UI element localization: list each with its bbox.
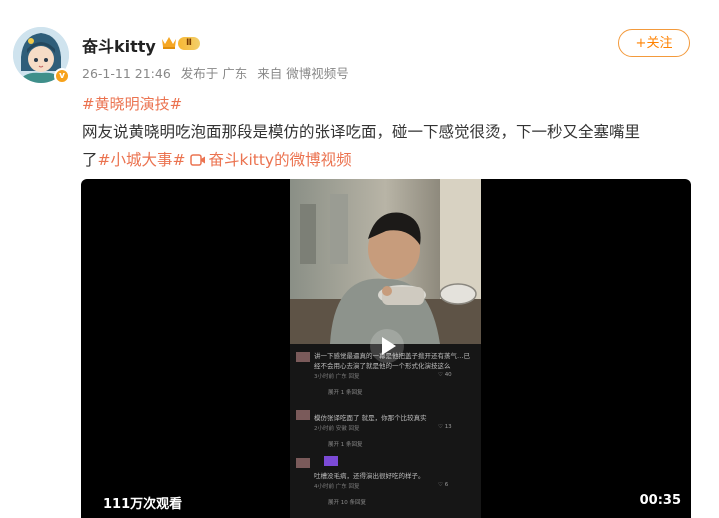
comment-2-meta: 2小时前 安徽 回复 bbox=[314, 426, 360, 432]
comment-1-replies: 展开 1 条回复 bbox=[328, 390, 363, 396]
post-text-line2: 了#小城大事# 奋斗kitty的微博视频 bbox=[82, 146, 702, 174]
comment-1-meta: 3小时前 广东 回复 bbox=[314, 374, 360, 380]
post-location: 发布于 广东 bbox=[180, 66, 248, 81]
comment-3-line1: 吐槽没毛病，还得演出很好吃的样子。 bbox=[314, 472, 425, 480]
like-icon: ♡ bbox=[438, 372, 443, 378]
post-source[interactable]: 来自 微博视频号 bbox=[257, 66, 348, 81]
comment-avatar bbox=[296, 410, 310, 420]
comment-1-likes: ♡ 40 bbox=[438, 372, 452, 378]
username[interactable]: 奋斗kitty bbox=[82, 33, 156, 57]
level-badge: Ⅱ bbox=[178, 37, 200, 50]
like-icon: ♡ bbox=[438, 482, 443, 488]
play-button[interactable] bbox=[370, 329, 404, 363]
video-link[interactable]: 奋斗kitty的微博视频 bbox=[209, 151, 352, 169]
comment-3-likes: ♡ 6 bbox=[438, 482, 448, 488]
hashtag-link-2[interactable]: #小城大事# bbox=[98, 151, 186, 169]
comment-1-likes-count: 40 bbox=[444, 372, 452, 378]
view-count: 111万次观看 bbox=[103, 497, 183, 512]
follow-button[interactable]: +关注 bbox=[618, 29, 690, 57]
comment-2-replies: 展开 1 条回复 bbox=[328, 442, 363, 448]
comment-2-likes-count: 13 bbox=[444, 424, 452, 430]
post-meta: 26-1-11 21:46 发布于 广东 来自 微博视频号 bbox=[82, 63, 355, 82]
hashtag-link[interactable]: #黄晓明演技# bbox=[82, 93, 182, 114]
post-text-line1: 网友说黄晓明吃泡面那段是模仿的张译吃面，碰一下感觉很烫，下一秒又全塞嘴里 bbox=[82, 123, 641, 141]
post-text-tail: 了 bbox=[82, 151, 98, 169]
post-date[interactable]: 26-1-11 21:46 bbox=[82, 66, 171, 81]
video-link-icon bbox=[189, 154, 205, 166]
post-text: 网友说黄晓明吃泡面那段是模仿的张译吃面，碰一下感觉很烫，下一秒又全塞嘴里 了#小… bbox=[82, 118, 702, 174]
comment-3-likes-count: 6 bbox=[444, 482, 449, 488]
comment-avatar bbox=[324, 456, 338, 466]
comment-avatar bbox=[296, 458, 310, 468]
comment-3-meta: 4小时前 广东 回复 bbox=[314, 484, 360, 490]
video-scene bbox=[290, 179, 481, 344]
video-player[interactable]: 讲一下感觉最逼真的一幕是他把盖子掀开还有蒸气…已 经不会用心去演了就是他的一个形… bbox=[81, 179, 691, 518]
comment-3-replies: 展开 10 条回复 bbox=[328, 500, 366, 506]
video-duration: 00:35 bbox=[639, 493, 681, 508]
comment-2-likes: ♡ 13 bbox=[438, 424, 452, 430]
crown-icon bbox=[162, 37, 176, 49]
like-icon: ♡ bbox=[438, 424, 443, 430]
play-icon bbox=[382, 337, 396, 355]
comment-avatar bbox=[296, 352, 310, 362]
verified-badge-icon: v bbox=[54, 68, 70, 84]
comment-2-line1: 模仿张译吃面了 就是，你那个比较真实 bbox=[314, 414, 427, 422]
comment-list: 讲一下感觉最逼真的一幕是他把盖子掀开还有蒸气…已 经不会用心去演了就是他的一个形… bbox=[290, 344, 481, 518]
